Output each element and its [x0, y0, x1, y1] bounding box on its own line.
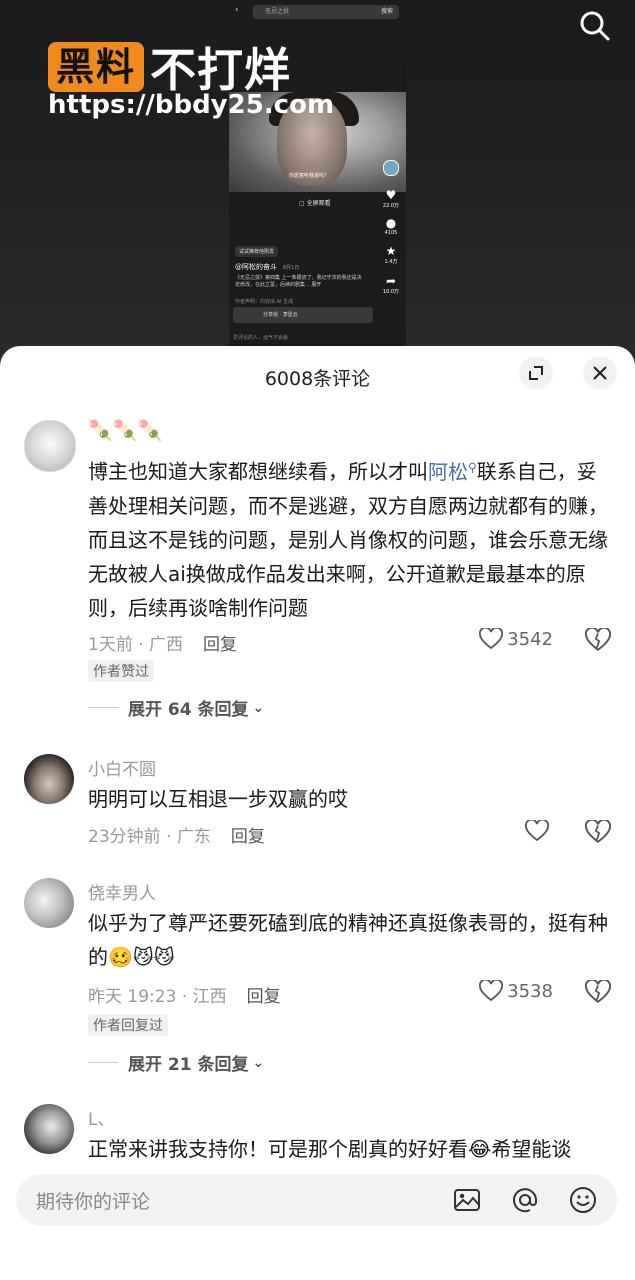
heart-icon	[479, 628, 504, 650]
video-ai-note: 作者声明：内容由 AI 生成	[235, 299, 294, 305]
reply-button[interactable]: 回复	[247, 987, 281, 1007]
avatar[interactable]	[24, 754, 74, 804]
emoji-icon[interactable]	[568, 1185, 598, 1215]
video-like-count: ♥ 22.0万	[380, 188, 402, 209]
like-button[interactable]	[525, 820, 553, 842]
video-search-go: 搜索	[380, 8, 393, 15]
like-count: 3538	[507, 980, 553, 1002]
close-icon	[593, 366, 607, 380]
broken-heart-icon[interactable]	[585, 980, 611, 1004]
comment-author[interactable]: 小白不圆	[88, 755, 156, 780]
expand-replies-button[interactable]: 展开 21 条回复 ⌄	[88, 1050, 264, 1075]
comment-meta: 1天前 · 广西 回复	[88, 635, 238, 655]
reply-button[interactable]: 回复	[203, 635, 237, 655]
comment-text[interactable]: 正常来讲我支持你！可是那个剧真的好好看😂希望能谈	[88, 1132, 608, 1164]
close-button[interactable]	[583, 356, 617, 390]
like-count: 3542	[507, 628, 553, 650]
comment-author[interactable]: 🍡🍡🍡	[88, 418, 163, 442]
reply-button[interactable]: 回复	[231, 827, 265, 847]
video-background: ‹ 无忌之拢 搜索 你愿意听我说吗？ ♥ 22.0万 ● 4105 ★ 1.4万 ➦ 1…	[0, 0, 635, 360]
expand-icon	[529, 366, 543, 380]
share-icon: ➦	[385, 274, 397, 288]
expand-sheet-button[interactable]	[519, 356, 553, 390]
comment-input-bar[interactable]: 期待你的评论	[16, 1174, 617, 1226]
video-fav-count: ★ 1.4万	[380, 244, 402, 265]
video-subtitle: 你愿意听我说吗？	[289, 173, 330, 179]
video-description: 《无忌之拢》第四集 上一条跟流了，我记守法的我还是决定修改，在此立誓，后续的剧集…	[235, 275, 362, 288]
comment-meta: 昨天 19:23 · 江西 回复	[88, 987, 281, 1007]
watermark-url: https://bbdy25.com	[48, 90, 335, 120]
video-search-text: 无忌之拢	[265, 8, 290, 15]
video-author: @阿松的奋斗 8月1日	[235, 263, 300, 271]
mention-icon[interactable]	[510, 1185, 540, 1215]
like-button[interactable]: 3538	[479, 980, 553, 1002]
comment-text[interactable]: 似乎为了尊严还要死磕到底的精神还真挺像表哥的，挺有种的🥴😼😼	[88, 906, 608, 974]
comment-meta: 23分钟前 · 广东 回复	[88, 827, 265, 847]
mention-link[interactable]: 阿松⚲	[428, 460, 477, 484]
comment-input-placeholder[interactable]: 期待你的评论	[36, 1187, 150, 1214]
video-input-hint: 爱评论的人，运气不会差	[233, 335, 289, 341]
like-button[interactable]: 3542	[479, 628, 553, 650]
author-liked-badge: 作者赞过	[88, 660, 154, 682]
image-icon[interactable]	[452, 1185, 482, 1215]
back-icon: ‹	[235, 5, 239, 15]
video-comment-count: ● 4105	[380, 216, 402, 236]
broken-heart-icon[interactable]	[585, 820, 611, 844]
comment-item: L、 正常来讲我支持你！可是那个剧真的好好看😂希望能谈	[0, 1104, 635, 1164]
comment-text[interactable]: 博主也知道大家都想继续看，所以才叫阿松⚲联系自己，妥善处理相关问题，而不是逃避，…	[88, 450, 608, 625]
avatar[interactable]	[24, 420, 76, 472]
expand-replies-button[interactable]: 展开 64 条回复 ⌄	[88, 695, 264, 720]
video-author-avatar	[380, 160, 402, 178]
comment-author[interactable]: 侥幸男人	[88, 879, 156, 904]
search-icon[interactable]	[577, 8, 613, 44]
watermark-badge: 黑料	[48, 42, 145, 92]
video-share-bar: 分享给 · 李星云	[233, 307, 373, 323]
video-recommend-tag: 试试推荐他刚发	[235, 246, 279, 257]
heart-icon	[525, 820, 549, 842]
comment-icon: ●	[385, 216, 397, 230]
heart-icon	[479, 980, 504, 1002]
broken-heart-icon[interactable]	[585, 628, 611, 652]
heart-icon: ♥	[385, 188, 397, 202]
comment-text[interactable]: 明明可以互相退一步双赢的哎	[88, 782, 608, 816]
comment-author[interactable]: L、	[88, 1105, 114, 1130]
video-search-box: 无忌之拢 搜索	[253, 5, 399, 19]
star-icon: ★	[385, 244, 397, 258]
avatar[interactable]	[24, 1104, 74, 1154]
author-replied-badge: 作者回复过	[88, 1014, 168, 1036]
video-share-count: ➦ 10.0万	[380, 274, 402, 295]
avatar[interactable]	[24, 878, 74, 928]
comment-sheet: 6008条评论 🍡🍡🍡 博主也知道大家都想继续看，所以才叫阿松⚲联系自己，妥善处…	[0, 346, 635, 1280]
video-fullscreen: ▢ 全屏观看	[299, 200, 331, 207]
